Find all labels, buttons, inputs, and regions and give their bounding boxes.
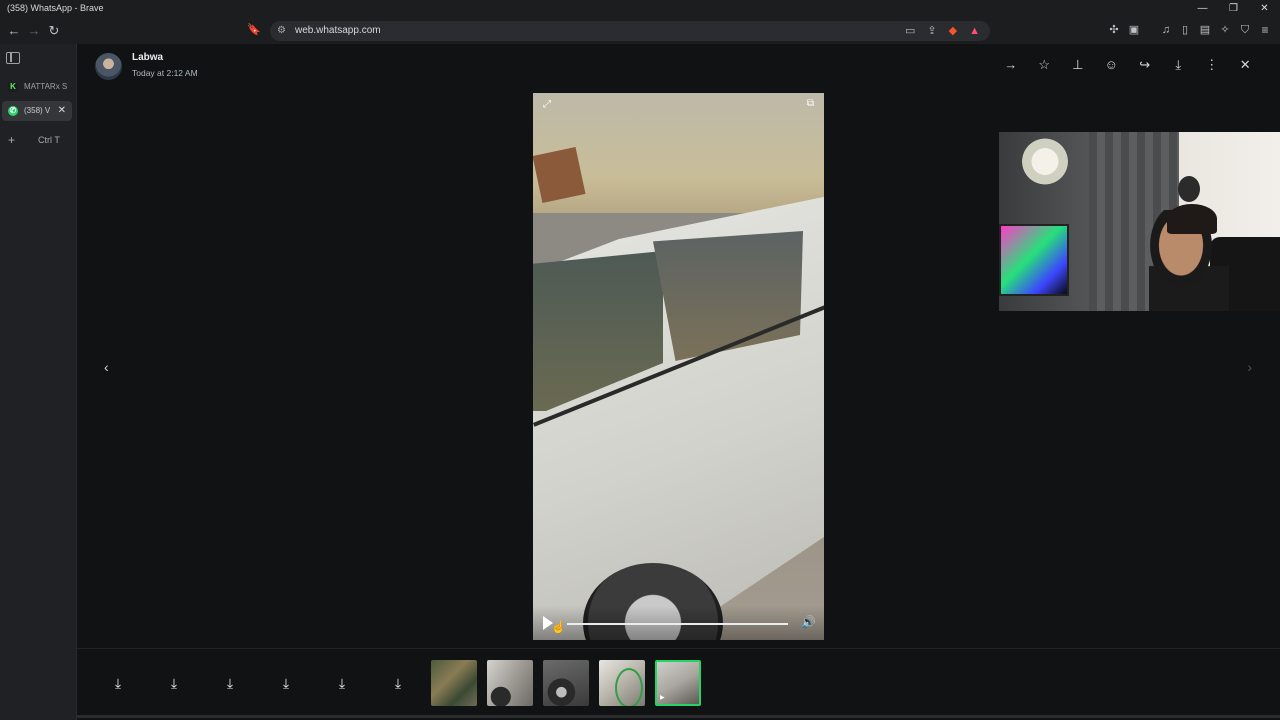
back-button[interactable]: ← [5, 17, 23, 44]
download-thumbnail[interactable]: ⤓ [151, 660, 197, 706]
media-thumbnail-strip: ⤓ ⤓ ⤓ ⤓ ⤓ ⤓ ▶ [77, 648, 1280, 720]
window-controls: — ❐ ✕ [1187, 0, 1280, 17]
media-thumbnail[interactable] [543, 660, 589, 706]
brave-rewards-icon[interactable]: ▲ [969, 21, 980, 41]
tab-label: MATTARx S [24, 82, 68, 91]
window-titlebar: (358) WhatsApp - Brave — ❐ ✕ [0, 0, 1280, 17]
fullscreen-icon[interactable]: ⤢ [543, 99, 551, 110]
download-thumbnail[interactable]: ⤓ [319, 660, 365, 706]
webcam-clock [1178, 176, 1200, 202]
volume-icon[interactable]: 🔊 [801, 615, 816, 629]
sender-avatar[interactable] [95, 53, 122, 80]
video-player[interactable]: ⤢ ⧉ ☝ 🔊 [533, 93, 824, 640]
strip-scrollbar[interactable] [77, 715, 1280, 718]
browser-toolbar: ← → ↻ 🔖 ⚙ web.whatsapp.com ▭ ⇪ ◆ ▲ ✣ ▣ ♫… [0, 17, 1280, 44]
menu-icon[interactable]: ≡ [1256, 17, 1274, 44]
download-thumbnail[interactable]: ⤓ [375, 660, 421, 706]
download-thumbnail[interactable]: ⤓ [95, 660, 141, 706]
close-tab-icon[interactable]: ✕ [58, 101, 66, 121]
star-icon[interactable]: ☆ [1028, 57, 1062, 73]
forward-icon[interactable]: ↪ [1128, 57, 1162, 73]
kick-favicon-icon: K [8, 82, 18, 92]
go-to-message-icon[interactable]: → [994, 57, 1028, 73]
vpn-icon[interactable]: ⛉ [1236, 17, 1254, 44]
more-options-icon[interactable]: ⋮ [1195, 57, 1229, 73]
minimize-button[interactable]: — [1187, 0, 1218, 17]
vertical-tabs-toggle-icon[interactable] [6, 52, 20, 64]
close-viewer-icon[interactable]: ✕ [1229, 57, 1263, 73]
window-title: (358) WhatsApp - Brave [7, 3, 104, 13]
vertical-tabs-panel: K MATTARx S ✆ (358) V ✕ + Ctrl T [0, 44, 77, 720]
reload-button[interactable]: ↻ [45, 17, 63, 44]
tab-search-icon[interactable]: ▣ [1125, 17, 1143, 44]
message-time: Today at 2:12 AM [132, 68, 198, 78]
brave-shields-icon[interactable]: ◆ [949, 21, 957, 41]
close-window-button[interactable]: ✕ [1249, 0, 1280, 17]
download-icon: ⤓ [282, 675, 290, 691]
plus-icon: + [8, 133, 16, 147]
media-thumbnail-selected[interactable]: ▶ [655, 660, 701, 706]
site-info-icon[interactable]: ⚙ [277, 21, 286, 41]
media-thumbnail[interactable] [431, 660, 477, 706]
webcam-pc-case [999, 224, 1069, 296]
tab-mattarx[interactable]: K MATTARx S [2, 77, 72, 97]
bookmark-icon[interactable]: 🔖 [245, 17, 263, 44]
restore-button[interactable]: ❐ [1218, 0, 1249, 17]
viewer-actions: → ☆ ⊥ ☺ ↪ ⤓ ⋮ ✕ [994, 57, 1262, 73]
video-progress-bar[interactable] [567, 623, 788, 625]
address-bar[interactable]: ⚙ web.whatsapp.com ▭ ⇪ ◆ ▲ [270, 21, 990, 41]
react-icon[interactable]: ☺ [1095, 57, 1129, 73]
download-icon: ⤓ [170, 675, 178, 691]
webcam-headphones [1167, 204, 1217, 234]
download-icon: ⤓ [394, 675, 402, 691]
picture-in-picture-icon[interactable]: ⧉ [807, 98, 814, 109]
new-tab-shortcut: Ctrl T [38, 135, 60, 145]
download-thumbnail[interactable]: ⤓ [263, 660, 309, 706]
url-text[interactable]: web.whatsapp.com [295, 21, 381, 41]
wallet-icon[interactable]: ▤ [1196, 17, 1214, 44]
hand-cursor-icon: ☝ [551, 620, 566, 634]
webcam-flowers [1019, 134, 1071, 189]
video-badge-icon: ▶ [660, 695, 665, 701]
next-media-icon[interactable]: › [1247, 359, 1252, 375]
download-icon[interactable]: ⤓ [1162, 57, 1196, 73]
webcam-overlay [999, 132, 1280, 311]
address-bar-icons: ▭ ⇪ ◆ ▲ [905, 21, 980, 41]
download-icon: ⤓ [226, 675, 234, 691]
media-thumbnail[interactable] [599, 660, 645, 706]
share-icon[interactable]: ⇪ [927, 21, 936, 41]
whatsapp-favicon-icon: ✆ [8, 106, 18, 116]
media-icon[interactable]: ♫ [1157, 17, 1175, 44]
pin-icon[interactable]: ⊥ [1061, 57, 1095, 73]
video-controls: ☝ 🔊 [533, 606, 824, 640]
cast-icon[interactable]: ▭ [905, 21, 915, 41]
download-icon: ⤓ [114, 675, 122, 691]
download-icon: ⤓ [338, 675, 346, 691]
sender-name: Labwa [132, 52, 164, 63]
tab-label: (358) V [24, 106, 51, 115]
leo-icon[interactable]: ✧ [1216, 17, 1234, 44]
previous-media-icon[interactable]: ‹ [104, 359, 109, 375]
extensions-icon[interactable]: ✣ [1105, 17, 1123, 44]
download-thumbnail[interactable]: ⤓ [207, 660, 253, 706]
tab-whatsapp[interactable]: ✆ (358) V ✕ [2, 101, 72, 121]
media-thumbnail[interactable] [487, 660, 533, 706]
sidebar-icon[interactable]: ▯ [1176, 17, 1194, 44]
media-viewer: Labwa Today at 2:12 AM → ☆ ⊥ ☺ ↪ ⤓ ⋮ ✕ ‹… [77, 44, 1280, 720]
forward-button[interactable]: → [25, 17, 43, 44]
